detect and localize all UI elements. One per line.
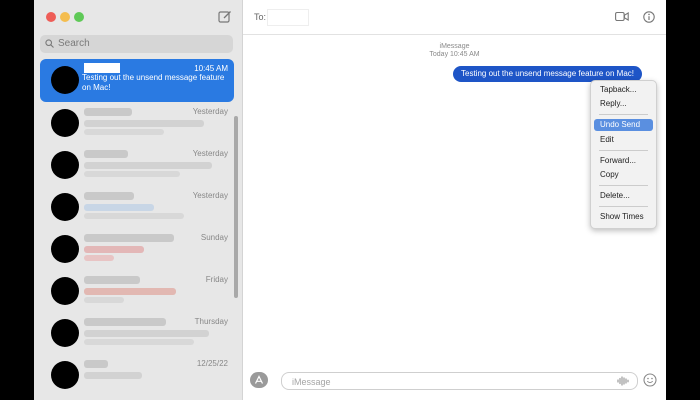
- conversation-item[interactable]: 12/25/22: [40, 354, 234, 396]
- avatar: [51, 66, 79, 94]
- blurred-preview: [84, 171, 180, 177]
- message-composer[interactable]: [281, 372, 638, 390]
- conversation-time: Yesterday: [192, 191, 228, 200]
- blurred-preview: [84, 246, 144, 253]
- blurred-preview: [84, 213, 184, 219]
- menu-separator: [599, 150, 648, 151]
- conversation-item[interactable]: Yesterday: [40, 186, 234, 228]
- info-icon[interactable]: [643, 11, 655, 23]
- blurred-contact-name: [84, 360, 108, 368]
- conversation-time: Yesterday: [192, 107, 228, 116]
- blurred-contact-name: [84, 192, 134, 200]
- conversation-item[interactable]: Sunday: [40, 228, 234, 270]
- conversation-time: Yesterday: [192, 149, 228, 158]
- emoji-icon[interactable]: [643, 373, 657, 387]
- menu-item-delete[interactable]: Delete...: [594, 190, 653, 202]
- recipient-field[interactable]: [267, 9, 309, 26]
- blurred-contact-name: [84, 150, 128, 158]
- messages-window: Search 10:45 AM Testing out the unsend m…: [34, 0, 666, 400]
- video-icon[interactable]: [615, 11, 629, 22]
- avatar: [51, 277, 79, 305]
- conversation-item[interactable]: Thursday: [40, 312, 234, 354]
- sidebar-scrollbar[interactable]: [234, 116, 238, 298]
- blurred-contact-name: [84, 318, 166, 326]
- search-field[interactable]: Search: [40, 35, 233, 53]
- avatar: [51, 361, 79, 389]
- contact-name-redacted: [84, 63, 120, 73]
- conversation-item[interactable]: Yesterday: [40, 102, 234, 144]
- conversation-item[interactable]: 10:45 AM Testing out the unsend message …: [40, 59, 234, 102]
- blurred-preview: [84, 288, 176, 295]
- blurred-preview: [84, 372, 142, 379]
- conversation-time: Friday: [205, 275, 228, 284]
- avatar: [51, 193, 79, 221]
- blurred-contact-name: [84, 108, 132, 116]
- message-timestamp: Today 10:45 AM: [429, 51, 480, 58]
- conversation-time: Sunday: [200, 233, 228, 242]
- app-store-icon: [254, 375, 264, 384]
- menu-item-tapback[interactable]: Tapback...: [594, 84, 653, 96]
- message-input[interactable]: [290, 374, 594, 389]
- menu-item-copy[interactable]: Copy: [594, 169, 653, 181]
- conversation-item[interactable]: Yesterday: [40, 144, 234, 186]
- conversation-time: Thursday: [194, 317, 228, 326]
- close-window-button[interactable]: [46, 12, 56, 22]
- menu-item-reply[interactable]: Reply...: [594, 98, 653, 110]
- blurred-preview: [84, 330, 209, 337]
- menu-separator: [599, 114, 648, 115]
- blurred-preview: [84, 297, 124, 303]
- conversation-item[interactable]: Friday: [40, 270, 234, 312]
- blurred-contact-name: [84, 234, 174, 242]
- menu-separator: [599, 206, 648, 207]
- conversation-header: To:: [243, 0, 666, 35]
- menu-item-forward[interactable]: Forward...: [594, 155, 653, 167]
- minimize-window-button[interactable]: [60, 12, 70, 22]
- avatar: [51, 235, 79, 263]
- search-icon: [45, 39, 54, 48]
- service-label: iMessage: [439, 43, 470, 50]
- blurred-preview: [84, 204, 154, 211]
- conversation-time: 12/25/22: [196, 359, 228, 368]
- menu-item-show-times[interactable]: Show Times: [594, 211, 653, 223]
- zoom-window-button[interactable]: [74, 12, 84, 22]
- audio-waveform-icon[interactable]: [617, 376, 629, 386]
- avatar: [51, 109, 79, 137]
- avatar: [51, 319, 79, 347]
- menu-item-edit[interactable]: Edit: [594, 134, 653, 146]
- blurred-preview: [84, 120, 204, 127]
- blurred-preview: [84, 339, 194, 345]
- sidebar: Search 10:45 AM Testing out the unsend m…: [34, 0, 243, 400]
- blurred-preview: [84, 162, 212, 169]
- menu-item-undo-send[interactable]: Undo Send: [594, 119, 653, 131]
- menu-separator: [599, 185, 648, 186]
- compose-icon[interactable]: [218, 10, 232, 24]
- avatar: [51, 151, 79, 179]
- blurred-preview: [84, 129, 164, 135]
- blurred-preview: [84, 255, 114, 261]
- conversation-preview: Testing out the unsend message feature o…: [82, 73, 225, 92]
- conversation-time: 10:45 AM: [194, 64, 228, 73]
- app-store-button[interactable]: [250, 372, 268, 388]
- search-placeholder: Search: [58, 38, 90, 49]
- context-menu: Tapback... Reply... Undo Send Edit Forwa…: [590, 80, 657, 229]
- to-label: To:: [254, 12, 267, 22]
- blurred-contact-name: [84, 276, 140, 284]
- conversation-pane: To: iMessage Today 10:45 AM Testing out …: [243, 0, 666, 400]
